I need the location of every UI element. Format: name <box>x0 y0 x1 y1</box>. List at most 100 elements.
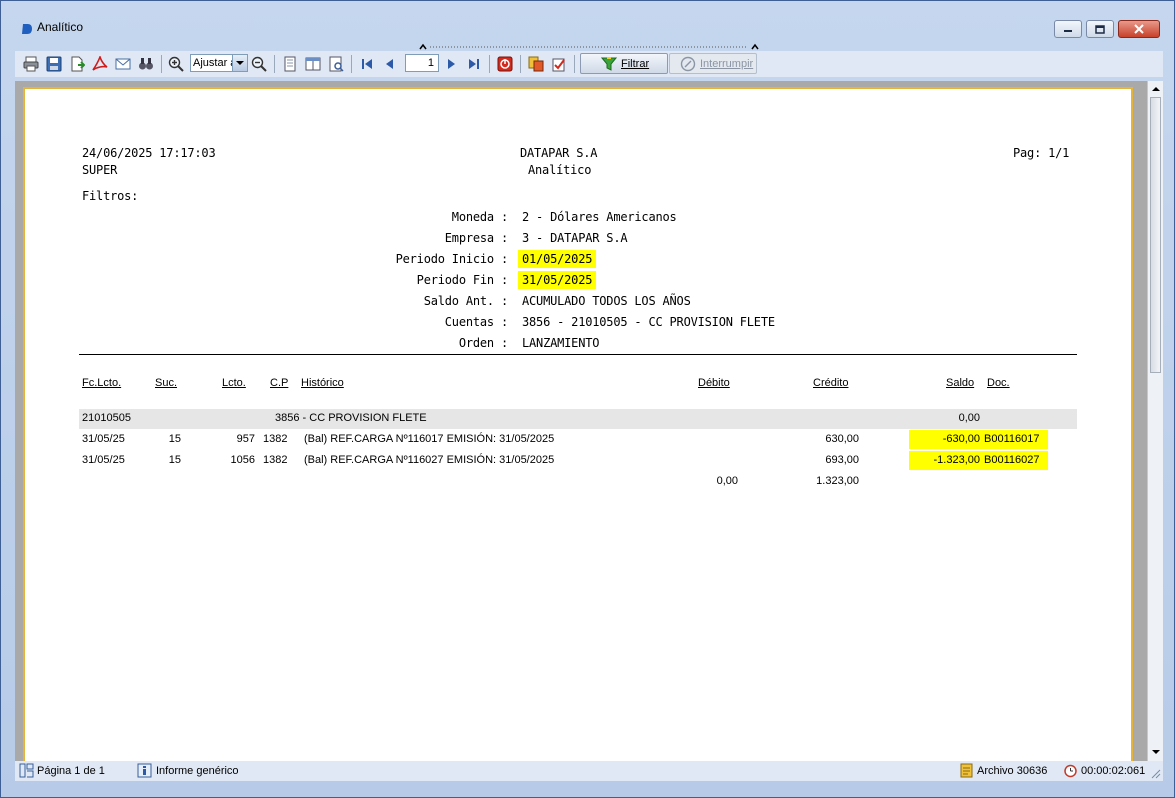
row-1-suc: 15 <box>168 433 181 445</box>
page-number-input[interactable]: 1 <box>405 54 439 72</box>
column-header-debito: Débito <box>698 377 730 389</box>
row-1-credito: 630,00 <box>825 433 859 445</box>
page-indicator: Pag: 1/1 <box>1013 146 1070 160</box>
previous-page-icon[interactable] <box>382 56 398 72</box>
export-icon[interactable] <box>69 56 85 72</box>
toolbar-separator <box>161 55 162 73</box>
minimize-button[interactable] <box>1054 20 1082 38</box>
vertical-scrollbar[interactable] <box>1147 81 1163 761</box>
row-2-fecha: 31/05/25 <box>82 454 125 466</box>
report-title: Analítico <box>528 163 592 177</box>
toolbar-separator <box>351 55 352 73</box>
print-icon[interactable] <box>23 56 39 72</box>
interrupt-button[interactable]: Interrumpir <box>669 53 757 74</box>
filter-label-empresa: Empresa : <box>444 231 508 245</box>
filter-label-moneda: Moneda : <box>451 210 508 224</box>
first-page-icon[interactable] <box>359 56 375 72</box>
report-user: SUPER <box>82 163 118 177</box>
find-binoculars-icon[interactable] <box>138 56 154 72</box>
last-page-icon[interactable] <box>466 56 482 72</box>
row-2-doc: B00116027 <box>984 454 1040 466</box>
filter-value-periodo-fin: 31/05/2025 <box>518 271 597 289</box>
timer-icon <box>1064 764 1077 778</box>
app-logo-icon <box>22 24 32 34</box>
total-credito: 1.323,00 <box>816 475 859 487</box>
zoom-out-icon[interactable] <box>251 56 267 72</box>
collapse-arrows-icon <box>419 43 759 50</box>
window-title: Analítico <box>37 20 84 34</box>
report-page: 24/06/2025 17:17:03 SUPER DATAPAR S.A An… <box>23 87 1133 761</box>
filter-funnel-icon <box>601 57 617 71</box>
filter-label-periodo-fin: Periodo Fin : <box>416 273 509 287</box>
status-elapsed: 00:00:02:061 <box>1081 765 1146 777</box>
two-pages-icon[interactable] <box>305 56 321 72</box>
status-bar: Página 1 de 1 Informe genérico Archivo 3… <box>15 761 1163 781</box>
maximize-button[interactable] <box>1086 20 1114 38</box>
toolbar-separator <box>574 55 575 73</box>
single-page-icon[interactable] <box>282 56 298 72</box>
filter-value-saldo-ant: ACUMULADO TODOS LOS AÑOS <box>522 294 691 308</box>
window-controls <box>1054 20 1160 38</box>
zoom-value: Ajustar a <box>193 57 237 69</box>
status-page-info: Página 1 de 1 <box>37 765 105 777</box>
chevron-down-icon[interactable] <box>232 55 247 71</box>
row-1-historico: (Bal) REF.CARGA Nº116017 EMISIÓN: 31/05/… <box>304 433 555 445</box>
row-2-suc: 15 <box>168 454 181 466</box>
row-1-saldo: -630,00 <box>942 433 980 445</box>
column-header-suc: Suc. <box>155 377 178 389</box>
filter-button[interactable]: Filtrar <box>580 53 668 74</box>
group-account: 21010505 <box>82 412 131 424</box>
company-name: DATAPAR S.A <box>520 146 598 160</box>
pdf-icon[interactable] <box>92 56 108 72</box>
report-window: Analítico Ajustar a 1 Filtrar Interrumpi… <box>0 0 1175 798</box>
report-info-icon <box>137 763 152 778</box>
filter-value-empresa: 3 - DATAPAR S.A <box>522 231 628 245</box>
row-2-historico: (Bal) REF.CARGA Nº116027 EMISIÓN: 31/05/… <box>304 454 555 466</box>
row-2-credito: 693,00 <box>825 454 859 466</box>
next-page-icon[interactable] <box>443 56 459 72</box>
row-1-cp: 1382 <box>263 433 288 445</box>
toolbar-separator <box>274 55 275 73</box>
status-file: Archivo 30636 <box>977 765 1048 777</box>
filter-value-cuentas: 3856 - 21010505 - CC PROVISION FLETE <box>522 315 775 329</box>
column-header-cp: C.P <box>270 377 289 389</box>
toolbar-collapse-handle[interactable] <box>416 40 762 50</box>
column-header-saldo: Saldo <box>946 377 975 389</box>
close-button[interactable] <box>1118 20 1160 38</box>
scroll-down-icon[interactable] <box>1151 747 1161 757</box>
column-header-lcto: Lcto. <box>222 377 246 389</box>
row-2-lcto: 1056 <box>230 454 255 466</box>
email-icon[interactable] <box>115 56 131 72</box>
close-icon <box>1134 24 1144 34</box>
interrupt-label: Interrumpir <box>700 58 754 70</box>
row-2-cp: 1382 <box>263 454 288 466</box>
toolbar-separator <box>489 55 490 73</box>
scroll-up-icon[interactable] <box>1151 84 1161 94</box>
scroll-thumb[interactable] <box>1150 97 1161 373</box>
filter-label-periodo-inicio: Periodo Inicio : <box>395 252 509 266</box>
report-datetime: 24/06/2025 17:17:03 <box>82 146 216 160</box>
toolbar-separator <box>520 55 521 73</box>
filter-label-cuentas: Cuentas : <box>444 315 508 329</box>
filter-label-saldo-ant: Saldo Ant. : <box>423 294 508 308</box>
group-description: 3856 - CC PROVISION FLETE <box>275 412 427 424</box>
report-options-icon[interactable] <box>551 56 567 72</box>
page-setup-icon[interactable] <box>328 56 344 72</box>
filter-label: Filtrar <box>621 58 650 70</box>
header-divider <box>79 354 1077 355</box>
report-viewer[interactable]: 24/06/2025 17:17:03 SUPER DATAPAR S.A An… <box>15 81 1147 761</box>
maximize-icon <box>1095 24 1105 34</box>
row-1-fecha: 31/05/25 <box>82 433 125 445</box>
column-header-historico: Histórico <box>301 377 344 389</box>
resize-grip-icon[interactable] <box>1149 767 1161 779</box>
save-icon[interactable] <box>46 56 62 72</box>
zoom-select[interactable]: Ajustar a <box>190 54 248 72</box>
column-header-fecha: Fc.Lcto. <box>82 377 122 389</box>
filter-value-periodo-inicio: 01/05/2025 <box>518 250 597 268</box>
row-2-saldo: -1.323,00 <box>933 454 980 466</box>
zoom-in-icon[interactable] <box>168 56 184 72</box>
copy-report-icon[interactable] <box>528 56 544 72</box>
filters-title: Filtros: <box>82 189 139 203</box>
report-toolbar: Ajustar a 1 Filtrar Interrumpir <box>15 51 1163 77</box>
stop-icon[interactable] <box>497 56 513 72</box>
